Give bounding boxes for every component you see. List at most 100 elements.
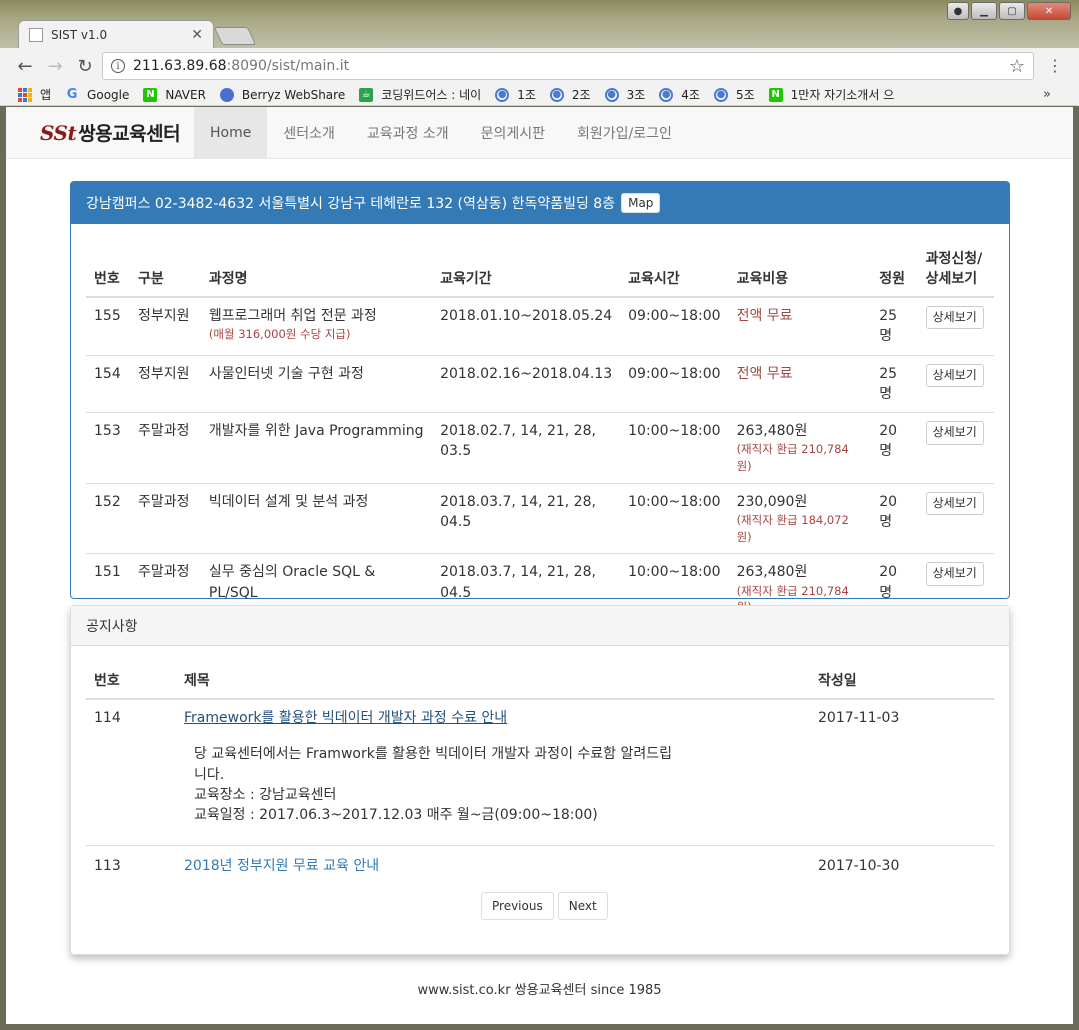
bookmarks-overflow-icon[interactable]: »: [1043, 87, 1051, 102]
previous-button[interactable]: Previous: [481, 892, 554, 920]
course-cost: 전액 무료: [736, 308, 793, 324]
course-cost-cell: 전액 무료: [728, 354, 872, 413]
course-no: 155: [94, 308, 121, 324]
kebab-menu-icon[interactable]: ⋮: [1047, 56, 1063, 75]
google-icon: G: [66, 87, 78, 102]
nav-item-signup-login[interactable]: 회원가입/로그인: [561, 107, 688, 159]
course-name-cell: 웹프로그래머 취업 전문 과정 (매월 316,000원 수당 지급): [201, 297, 432, 355]
notice-title-link[interactable]: 2018년 정부지원 무료 교육 안내: [184, 858, 379, 874]
notice-body-line: 교육장소 : 강남교육센터: [194, 786, 337, 803]
notice-title-cell: 2018년 정부지원 무료 교육 안내: [176, 845, 810, 885]
course-detail-cell: 상세보기: [917, 482, 994, 554]
nav-item-courses[interactable]: 교육과정 소개: [351, 107, 465, 159]
site-navbar: SSt 쌍용교육센터 Home 센터소개 교육과정 소개 문의게시판 회원가입/…: [6, 107, 1073, 159]
bookmarks-bar: 앱 G Google N NAVER Berryz WebShare ☕ 코딩위드어스 : 네…: [0, 84, 1079, 106]
next-button[interactable]: Next: [557, 892, 608, 920]
col-type: 구분: [129, 240, 201, 298]
notice-no: 113: [86, 845, 176, 885]
course-type: 주말과정: [129, 412, 201, 484]
site-brand[interactable]: SSt 쌍용교육센터: [40, 119, 181, 146]
bookmark-star-icon[interactable]: ☆: [1009, 56, 1025, 77]
bookmark-item[interactable]: ● 2조: [549, 86, 591, 103]
reload-icon[interactable]: ↻: [72, 56, 98, 77]
page-favicon-icon: [29, 27, 43, 42]
bookmark-item[interactable]: N NAVER: [143, 87, 206, 102]
col-period: 교육기간: [432, 240, 621, 298]
forward-arrow-icon[interactable]: →: [42, 56, 68, 77]
detail-button[interactable]: 상세보기: [925, 421, 984, 445]
url-host: 211.63.89.68: [133, 58, 227, 74]
bookmark-item[interactable]: ● 1조: [495, 86, 536, 103]
course-capacity: 25명: [871, 354, 918, 413]
nav-item-board[interactable]: 문의게시판: [465, 107, 561, 159]
map-button[interactable]: Map: [621, 193, 661, 213]
detail-button[interactable]: 상세보기: [925, 363, 984, 387]
detail-button[interactable]: 상세보기: [925, 306, 984, 330]
bookmark-item[interactable]: ☕ 코딩위드어스 : 네이: [359, 86, 481, 103]
col-apply: 과정신청/ 상세보기: [917, 240, 994, 298]
course-type: 정부지원: [137, 308, 190, 324]
tab-title: SIST v1.0: [51, 27, 108, 42]
course-cost-cell: 263,480원 (재직자 환급 210,784원): [728, 412, 872, 484]
course-cost: 전액 무료: [736, 365, 793, 382]
minimize-icon[interactable]: ▁: [971, 2, 997, 20]
course-cost: 263,480원: [736, 423, 808, 440]
back-arrow-icon[interactable]: ←: [12, 56, 38, 77]
course-name: 빅데이터 설계 및 분석 과정: [208, 493, 369, 510]
course-cost-note: (재직자 환급 184,072원): [736, 513, 849, 544]
notices-panel: 공지사항 번호 제목 작성일 114 Framework를 활용한 빅데이터 개…: [70, 605, 1010, 955]
course-capacity: 20명: [871, 412, 918, 484]
detail-button[interactable]: 상세보기: [925, 491, 984, 516]
bookmark-item[interactable]: G Google: [65, 87, 130, 102]
bookmark-label: NAVER: [165, 87, 206, 102]
nav-item-center[interactable]: 센터소개: [267, 107, 351, 159]
course-type: 정부지원: [129, 354, 201, 413]
bookmark-item[interactable]: N 1만자 자기소개서 으: [768, 86, 894, 103]
course-name-cell: 개발자를 위한 Java Programming: [200, 412, 433, 484]
course-period: 2018.03.7, 14, 21, 28, 04.5: [432, 482, 621, 554]
detail-button[interactable]: 상세보기: [925, 562, 984, 586]
close-window-icon[interactable]: ✕: [1027, 2, 1071, 20]
course-row: 152 주말과정 빅데이터 설계 및 분석 과정 2018.03.7, 14, 21,…: [86, 482, 994, 554]
maximize-icon[interactable]: ▢: [999, 2, 1025, 20]
window-titlebar: SIST v1.0 ✕ ● ▁ ▢ ✕: [0, 0, 1079, 48]
bookmark-item[interactable]: ● 4조: [659, 86, 700, 103]
bookmark-label: 5조: [735, 88, 755, 102]
bookmark-item[interactable]: Berryz WebShare: [219, 87, 345, 102]
notice-body-line: 당 교육센터에서는 Framwork를 활용한 빅데이터 개발자 과정이 수료함…: [194, 746, 673, 783]
apps-grid-icon: [18, 87, 32, 102]
course-period: 2018.01.10~2018.05.24: [440, 308, 613, 324]
sist-logo-icon: SSt: [40, 120, 77, 145]
bookmark-item[interactable]: 앱: [18, 86, 51, 103]
user-icon[interactable]: ●: [947, 2, 969, 20]
brand-name: 쌍용교육센터: [78, 123, 181, 145]
bookmark-item[interactable]: ● 3조: [604, 86, 645, 103]
new-tab-button[interactable]: [213, 27, 257, 45]
tab-close-icon[interactable]: ✕: [191, 27, 203, 43]
window-controls: ● ▁ ▢ ✕: [947, 2, 1071, 20]
courses-header-row: 번호 구분 과정명 교육기간 교육시간 교육비용 정원 과정신청/ 상세보기: [86, 240, 994, 298]
address-bar[interactable]: i 211.63.89.68:8090/sist/main.it ☆: [102, 52, 1034, 80]
notice-col-date: 작성일: [810, 662, 994, 700]
campus-address: 강남캠퍼스 02-3482-4632 서울특별시 강남구 테헤란로 132 (역…: [86, 196, 616, 212]
notice-title-link[interactable]: Framework를 활용한 빅데이터 개발자 과정 수료 안내: [184, 710, 507, 726]
course-name-note: (매월 316,000원 수당 지급): [208, 327, 351, 342]
course-cost-cell: 전액 무료: [729, 297, 872, 355]
info-icon[interactable]: i: [111, 59, 125, 73]
notice-row: 113 2018년 정부지원 무료 교육 안내 2017-10-30: [86, 845, 994, 885]
nav-item-home[interactable]: Home: [194, 107, 268, 159]
circle-icon: ●: [713, 87, 728, 102]
coding-icon: ☕: [359, 87, 374, 102]
bookmark-label: 코딩위드어스 : 네이: [381, 88, 482, 102]
course-detail-cell: 상세보기: [917, 354, 994, 413]
course-name: 개발자를 위한 Java Programming: [208, 423, 424, 440]
notices-header-row: 번호 제목 작성일: [86, 662, 994, 700]
course-name-cell: 사물인터넷 기술 구현 과정: [200, 354, 433, 413]
notice-body: 당 교육센터에서는 Framwork를 활용한 빅데이터 개발자 과정이 수료함…: [184, 728, 684, 837]
course-name: 웹프로그래머 취업 전문 과정: [208, 308, 377, 324]
browser-tab[interactable]: SIST v1.0 ✕: [18, 20, 214, 48]
bookmark-item[interactable]: ● 5조: [713, 86, 755, 103]
notice-col-no: 번호: [86, 662, 176, 700]
course-no: 153: [86, 412, 130, 484]
course-detail-cell: 상세보기: [918, 297, 994, 355]
